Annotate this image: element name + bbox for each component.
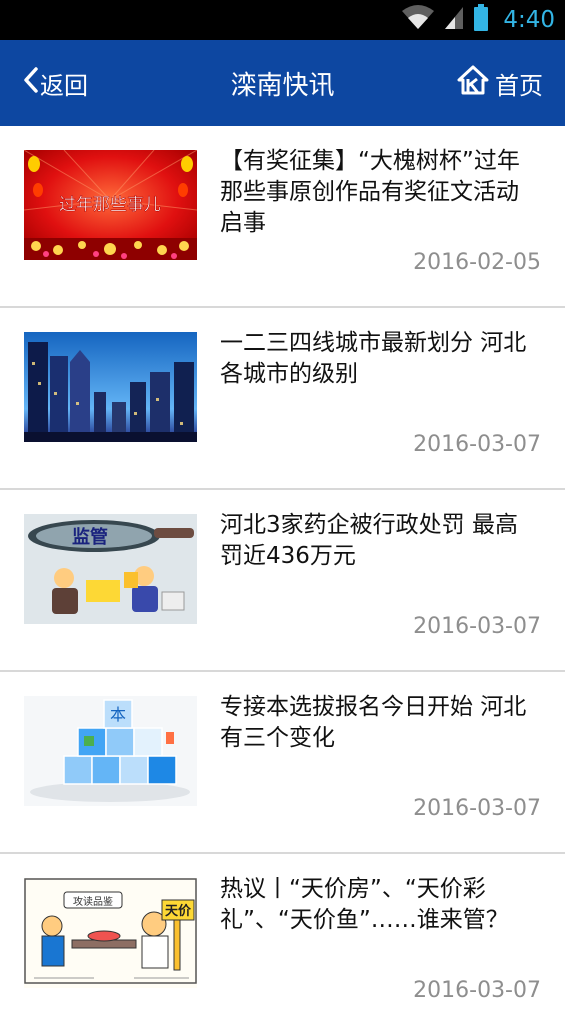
list-item[interactable]: 攻读品鉴 天价 热议丨“天价房”、“天价彩礼”、“天价鱼”……谁来管？ 2016… — [0, 854, 565, 1034]
news-date: 2016-02-05 — [413, 250, 541, 275]
status-bar: 4:40 — [0, 0, 565, 40]
wifi-icon — [401, 5, 435, 35]
news-date: 2016-03-07 — [413, 796, 541, 821]
thumb-caption: 监管 — [72, 526, 108, 548]
back-label: 返回 — [40, 71, 88, 100]
thumb-caption: 攻读品鉴 — [73, 895, 113, 908]
title-bar: 返回 滦南快讯 首页 — [0, 40, 565, 126]
news-title: 一二三四线城市最新划分 河北各城市的级别 — [220, 330, 527, 387]
list-item[interactable]: 本 专接本选拔报名今日开始 河北有三个变化 2016-03-07 — [0, 672, 565, 854]
home-label: 首页 — [495, 71, 543, 100]
news-title: 【有奖征集】“大槐树杯”过年那些事原创作品有奖征文活动启事 — [220, 148, 520, 236]
status-icons: 4:40 — [401, 0, 555, 40]
back-button[interactable]: 返回 — [22, 40, 88, 126]
news-thumbnail: 本 — [24, 696, 197, 806]
signal-icon — [443, 5, 465, 35]
news-thumbnail — [24, 332, 197, 442]
thumb-caption: 过年那些事儿 — [59, 195, 161, 215]
list-item[interactable]: 监管 河北3家药企被行政处罚 最高罚近436万元 2016-03-07 — [0, 490, 565, 672]
home-button[interactable]: 首页 — [457, 40, 543, 126]
news-date: 2016-03-07 — [413, 614, 541, 639]
news-list: 过年那些事儿 【有奖征集】“大槐树杯”过年那些事原创作品有奖征文活动启事 201… — [0, 126, 565, 1034]
thumb-caption: 本 — [110, 705, 126, 724]
list-item[interactable]: 过年那些事儿 【有奖征集】“大槐树杯”过年那些事原创作品有奖征文活动启事 201… — [0, 126, 565, 308]
news-thumbnail: 过年那些事儿 — [24, 150, 197, 260]
clock: 4:40 — [503, 7, 555, 33]
news-date: 2016-03-07 — [413, 978, 541, 1003]
news-date: 2016-03-07 — [413, 432, 541, 457]
chevron-left-icon — [22, 66, 40, 100]
battery-icon — [473, 4, 489, 36]
news-thumbnail: 监管 — [24, 514, 197, 624]
news-title: 河北3家药企被行政处罚 最高罚近436万元 — [220, 512, 518, 569]
news-title: 热议丨“天价房”、“天价彩礼”、“天价鱼”……谁来管？ — [220, 876, 509, 933]
news-title: 专接本选拔报名今日开始 河北有三个变化 — [220, 694, 527, 751]
thumb-caption: 天价 — [165, 904, 192, 919]
news-thumbnail: 攻读品鉴 天价 — [24, 878, 197, 988]
list-item[interactable]: 一二三四线城市最新划分 河北各城市的级别 2016-03-07 — [0, 308, 565, 490]
home-icon — [457, 65, 489, 101]
